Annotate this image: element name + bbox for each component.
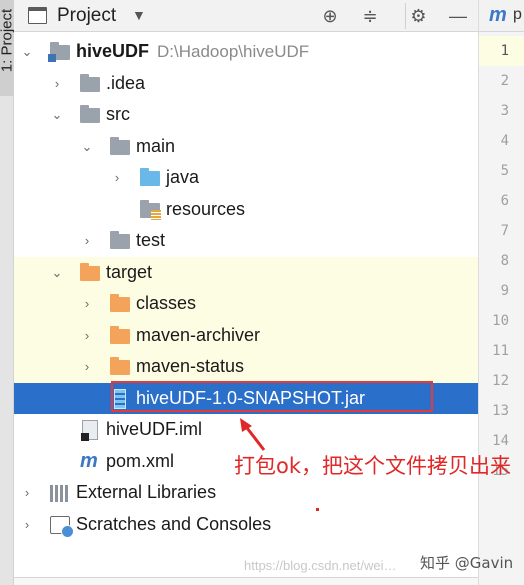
line-number: 12 — [492, 373, 509, 389]
chevron-down-icon[interactable]: ⌄ — [80, 131, 94, 163]
line-number: 4 — [500, 133, 509, 149]
tool-window-strip: 1: Project — [0, 0, 16, 585]
pom-label: pom.xml — [106, 450, 175, 471]
excluded-folder-icon — [110, 325, 130, 344]
chevron-right-icon[interactable]: › — [20, 509, 34, 541]
line-number: 6 — [500, 193, 509, 209]
hide-icon[interactable]: — — [445, 3, 471, 29]
project-window-icon — [28, 7, 47, 24]
chevron-right-icon[interactable]: › — [80, 320, 94, 352]
editor-tab[interactable]: m p — [479, 0, 524, 32]
java-label: java — [166, 167, 200, 187]
scratches-icon — [50, 515, 74, 538]
folder-icon — [80, 73, 100, 92]
tree-row-classes[interactable]: › classes — [14, 288, 478, 320]
annotation-dot — [316, 508, 319, 511]
tree-row-resources[interactable]: resources — [14, 194, 478, 226]
chevron-down-icon[interactable]: ▼ — [132, 7, 146, 23]
editor-gutter: m p 1 2 3 4 5 6 7 8 9 10 11 12 13 14 15 — [478, 0, 524, 585]
line-number: 5 — [500, 163, 509, 179]
excluded-folder-icon — [110, 357, 130, 375]
settings-icon[interactable]: ⚙ — [405, 3, 431, 29]
line-number: 11 — [492, 343, 509, 359]
chevron-right-icon[interactable]: › — [80, 351, 94, 383]
line-number: 1 — [479, 36, 524, 66]
folder-icon — [110, 231, 130, 249]
line-number: 13 — [492, 403, 509, 419]
classes-label: classes — [136, 293, 197, 313]
module-folder-icon — [48, 42, 70, 62]
panel-title[interactable]: Project — [57, 5, 116, 27]
tree-row-maven-archiver[interactable]: › maven-archiver — [14, 319, 478, 352]
project-tool-tab[interactable]: 1: Project — [0, 0, 16, 96]
tree-row-maven-status[interactable]: › maven-status — [14, 351, 478, 383]
project-panel-header: Project ▼ ⊕ ≑ ⚙ — — [14, 0, 478, 32]
tree-row-java[interactable]: › java — [14, 162, 478, 194]
target-label: target — [106, 261, 153, 282]
chevron-down-icon[interactable]: ⌄ — [50, 257, 64, 289]
annotation-text: 打包ok，把这个文件拷贝出来 — [234, 454, 512, 478]
tree-row-external-libraries[interactable]: › External Libraries — [14, 477, 478, 509]
folder-icon — [110, 136, 130, 155]
tree-row-test[interactable]: › test — [14, 225, 478, 257]
locate-icon[interactable]: ⊕ — [317, 3, 343, 29]
tree-row-root[interactable]: ⌄ hiveUDF D:\Hadoop\hiveUDF — [14, 36, 478, 68]
maven-archiver-label: maven-archiver — [136, 324, 261, 345]
zhihu-watermark: 知乎 @Gavin — [420, 554, 514, 572]
scratches-label: Scratches and Consoles — [76, 513, 272, 534]
project-panel: Project ▼ ⊕ ≑ ⚙ — ⌄ hiveUDF D:\Hadoop\hiv… — [14, 0, 478, 585]
line-number: 2 — [500, 73, 509, 89]
external-libraries-label: External Libraries — [76, 482, 217, 502]
test-label: test — [136, 230, 166, 250]
folder-icon — [80, 105, 100, 123]
tree-row-scratches[interactable]: › Scratches and Consoles — [14, 509, 478, 541]
line-number: 8 — [500, 253, 509, 269]
editor-tab-label: p — [513, 6, 522, 23]
iml-file-icon — [81, 420, 98, 441]
line-number: 7 — [500, 223, 509, 239]
highlight-box — [111, 381, 433, 412]
bottom-bar — [14, 577, 478, 585]
resources-folder-icon — [140, 199, 161, 220]
chevron-right-icon[interactable]: › — [20, 477, 34, 509]
maven-file-icon: m — [80, 449, 98, 472]
root-path: D:\Hadoop\hiveUDF — [157, 42, 310, 61]
tree-row-target[interactable]: ⌄ target — [14, 256, 478, 289]
excluded-folder-icon — [80, 262, 100, 281]
src-label: src — [106, 104, 130, 124]
source-folder-icon — [140, 168, 160, 186]
chevron-down-icon[interactable]: ⌄ — [20, 36, 34, 68]
chevron-right-icon[interactable]: › — [50, 68, 64, 100]
tree-row-idea[interactable]: › .idea — [14, 68, 478, 100]
collapse-icon[interactable]: ≑ — [357, 3, 383, 29]
tree-row-src[interactable]: ⌄ src — [14, 99, 478, 131]
chevron-right-icon[interactable]: › — [80, 225, 94, 257]
iml-label: hiveUDF.iml — [106, 419, 203, 439]
watermark: https://blog.csdn.net/wei… — [244, 558, 397, 573]
idea-label: .idea — [106, 72, 146, 93]
maven-tab-icon: m — [489, 4, 507, 26]
line-number: 3 — [500, 103, 509, 119]
chevron-right-icon[interactable]: › — [110, 162, 124, 194]
maven-status-label: maven-status — [136, 356, 245, 376]
main-label: main — [136, 135, 176, 156]
chevron-down-icon[interactable]: ⌄ — [50, 99, 64, 131]
line-number: 10 — [492, 313, 509, 329]
annotation-arrow-icon — [240, 418, 266, 451]
excluded-folder-icon — [110, 294, 130, 312]
tree-row-main[interactable]: ⌄ main — [14, 131, 478, 163]
line-number: 9 — [500, 283, 509, 299]
root-name: hiveUDF — [76, 41, 150, 61]
libraries-icon — [50, 485, 70, 502]
chevron-right-icon[interactable]: › — [80, 288, 94, 320]
resources-label: resources — [166, 198, 246, 219]
